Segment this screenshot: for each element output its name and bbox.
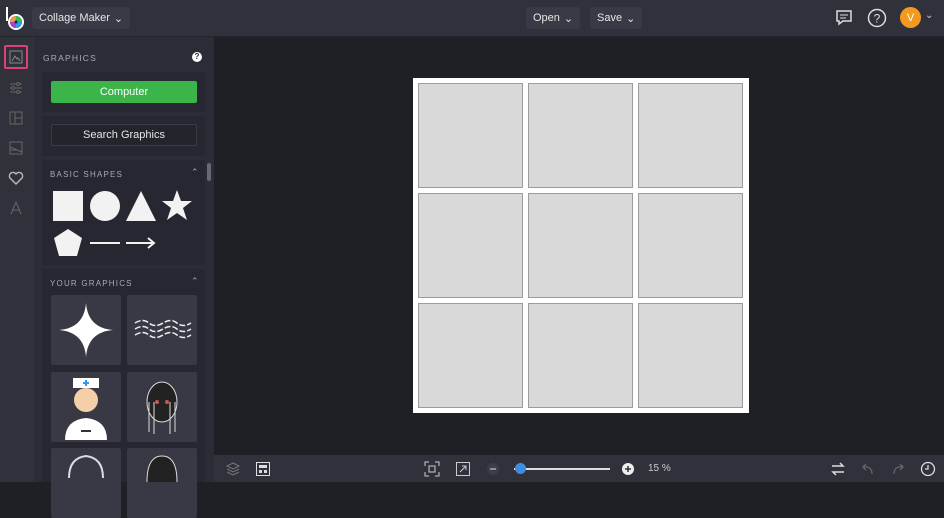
befunky-logo[interactable]	[5, 6, 27, 32]
chevron-down-icon[interactable]: ⌄	[925, 10, 933, 21]
swap-icon[interactable]	[830, 461, 846, 477]
collage-cell[interactable]	[638, 83, 743, 188]
fit-to-screen-icon[interactable]	[424, 461, 440, 477]
heart-icon[interactable]	[4, 166, 28, 190]
redo-icon[interactable]	[890, 461, 906, 477]
panel-scrollbar[interactable]	[207, 163, 211, 181]
collage-cell[interactable]	[418, 83, 523, 188]
avatar[interactable]: V	[900, 7, 921, 28]
actual-size-icon[interactable]	[455, 461, 471, 477]
zoom-slider[interactable]	[514, 468, 610, 470]
star-shape[interactable]	[162, 190, 192, 220]
chevron-up-icon[interactable]: ⌃	[191, 276, 199, 287]
graphic-thumb-nurse[interactable]	[51, 372, 121, 442]
computer-label: Computer	[99, 86, 149, 98]
app-menu-label: Collage Maker	[39, 12, 110, 24]
collage-cell[interactable]	[528, 193, 633, 298]
help-icon[interactable]: ?	[192, 52, 202, 62]
history-icon[interactable]	[920, 461, 936, 477]
graphics-tool-icon[interactable]	[4, 45, 28, 69]
collage-cell[interactable]	[528, 303, 633, 408]
circle-shape[interactable]	[90, 191, 120, 221]
chevron-down-icon: ⌄	[626, 12, 636, 25]
save-button[interactable]: Save ⌄	[590, 7, 643, 29]
layout-template-icon[interactable]	[255, 461, 271, 477]
avatar-initial: V	[906, 11, 915, 24]
basic-shapes-grid	[53, 190, 192, 256]
top-bar: Collage Maker ⌄ Open ⌄ Save ⌄ ? V ⌄	[0, 0, 944, 37]
your-graphics-heading: YOUR GRAPHICS	[50, 279, 133, 288]
bottom-toolbar: 15 %	[214, 455, 944, 482]
save-label: Save	[597, 12, 623, 24]
graphic-thumb-hat[interactable]	[51, 448, 121, 518]
graphic-thumb-person[interactable]	[127, 448, 197, 518]
collage-cell[interactable]	[418, 193, 523, 298]
collage-cell[interactable]	[528, 83, 633, 188]
layout-icon[interactable]	[4, 106, 28, 130]
pentagon-shape[interactable]	[54, 229, 82, 256]
panel-title: GRAPHICS	[43, 53, 97, 63]
triangle-shape[interactable]	[126, 191, 156, 221]
app-menu-button[interactable]: Collage Maker ⌄	[32, 7, 131, 29]
chevron-down-icon: ⌄	[563, 12, 574, 25]
comment-icon[interactable]	[835, 9, 853, 27]
adjust-sliders-icon[interactable]	[4, 76, 28, 100]
tool-rail	[0, 37, 34, 482]
chevron-down-icon: ⌄	[113, 12, 124, 25]
basic-shapes-heading: BASIC SHAPES	[50, 170, 124, 179]
search-label: Search Graphics	[83, 129, 165, 141]
collage-cell[interactable]	[638, 193, 743, 298]
collage-cell[interactable]	[418, 303, 523, 408]
background-icon[interactable]	[4, 136, 28, 160]
layers-icon[interactable]	[225, 461, 241, 477]
undo-icon[interactable]	[860, 461, 876, 477]
chevron-up-icon[interactable]: ⌃	[191, 167, 199, 178]
collage-canvas[interactable]	[413, 78, 749, 413]
help-icon[interactable]: ?	[867, 8, 887, 28]
open-button[interactable]: Open ⌄	[526, 7, 581, 29]
arrow-shape[interactable]	[126, 237, 156, 249]
zoom-in-icon[interactable]	[620, 461, 636, 477]
zoom-slider-handle[interactable]	[515, 463, 526, 474]
text-icon[interactable]	[4, 196, 28, 220]
computer-upload-button[interactable]: Computer	[51, 81, 197, 103]
collage-cell[interactable]	[638, 303, 743, 408]
open-label: Open	[533, 12, 560, 24]
zoom-level: 15 %	[648, 463, 671, 474]
zoom-out-icon[interactable]	[485, 461, 501, 477]
graphic-thumb-waves[interactable]	[127, 295, 197, 365]
graphic-thumb-sparkle[interactable]	[51, 295, 121, 365]
graphic-thumb-person-dreadlocks[interactable]	[127, 372, 197, 442]
search-graphics-button[interactable]: Search Graphics	[51, 124, 197, 146]
svg-text:?: ?	[874, 12, 881, 26]
square-shape[interactable]	[53, 191, 83, 221]
